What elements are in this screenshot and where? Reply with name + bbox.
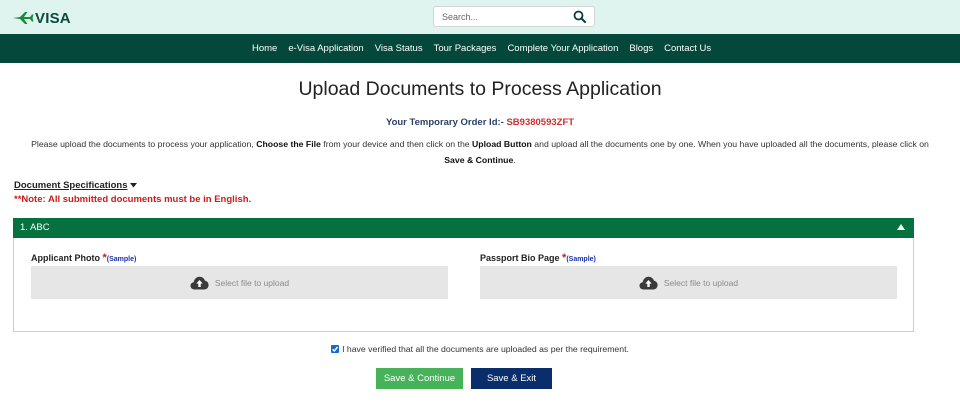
instructions-text-3: and upload all the documents one by one.… bbox=[531, 139, 929, 149]
nav-evisa-application[interactable]: e-Visa Application bbox=[288, 43, 363, 54]
applicant-photo-label-text: Applicant Photo bbox=[31, 253, 103, 263]
panel-header[interactable]: 1. ABC bbox=[13, 218, 914, 238]
search-icon[interactable] bbox=[573, 10, 586, 23]
main-nav-bar: Home e-Visa Application Visa Status Tour… bbox=[0, 34, 960, 63]
caret-up-icon[interactable] bbox=[897, 224, 905, 230]
instructions-text-4: . bbox=[513, 155, 516, 165]
search-input[interactable] bbox=[434, 7, 564, 26]
nav-visa-status[interactable]: Visa Status bbox=[375, 43, 423, 54]
main-nav: Home e-Visa Application Visa Status Tour… bbox=[252, 34, 711, 63]
instructions-save-continue: Save & Continue bbox=[444, 155, 514, 165]
search-box bbox=[433, 6, 595, 27]
applicant-photo-upload-text: Select file to upload bbox=[214, 277, 290, 288]
panel-title: 1. ABC bbox=[20, 222, 50, 233]
order-id-value: SB9380593ZFT bbox=[506, 117, 575, 128]
airplane-icon bbox=[13, 12, 34, 24]
applicant-photo-label: Applicant Photo *(Sample) bbox=[31, 252, 136, 264]
temporary-order-id: Your Temporary Order Id:- SB9380593ZFT bbox=[0, 117, 960, 128]
passport-bio-page-label-text: Passport Bio Page bbox=[480, 253, 563, 263]
instructions-text-1: Please upload the documents to process y… bbox=[31, 139, 257, 149]
applicant-photo-sample-link[interactable]: (Sample) bbox=[107, 256, 137, 263]
documents-panel: 1. ABC Applicant Photo *(Sample) Select … bbox=[13, 218, 914, 332]
passport-bio-page-upload[interactable]: Select file to upload bbox=[480, 266, 897, 299]
instructions-upload-button: Upload Button bbox=[472, 139, 532, 149]
page-title: Upload Documents to Process Application bbox=[298, 78, 662, 100]
nav-contact-us[interactable]: Contact Us bbox=[664, 43, 711, 54]
nav-blogs[interactable]: Blogs bbox=[629, 43, 653, 54]
top-bar: VISA bbox=[0, 0, 960, 34]
english-note: **Note: All submitted documents must be … bbox=[14, 194, 252, 205]
caret-down-icon bbox=[129, 183, 137, 188]
upload-instructions: Please upload the documents to process y… bbox=[22, 136, 938, 168]
instructions-choose-file: Choose the File bbox=[256, 139, 321, 149]
save-exit-button[interactable]: Save & Exit bbox=[471, 368, 552, 389]
applicant-photo-upload[interactable]: Select file to upload bbox=[31, 266, 448, 299]
logo[interactable]: VISA bbox=[12, 8, 71, 28]
nav-home[interactable]: Home bbox=[252, 43, 277, 54]
passport-bio-page-sample-link[interactable]: (Sample) bbox=[566, 256, 596, 263]
verification-row: I have verified that all the documents a… bbox=[0, 344, 960, 354]
nav-tour-packages[interactable]: Tour Packages bbox=[434, 43, 497, 54]
document-specifications-label: Document Specifications bbox=[14, 180, 128, 191]
instructions-text-2: from your device and then click on the bbox=[320, 139, 473, 149]
cloud-upload-icon bbox=[639, 276, 658, 289]
verify-checkbox[interactable] bbox=[331, 345, 340, 353]
save-continue-button[interactable]: Save & Continue bbox=[376, 368, 463, 389]
verify-label: I have verified that all the documents a… bbox=[342, 344, 629, 354]
cloud-upload-icon bbox=[190, 276, 209, 289]
order-id-label: Your Temporary Order Id:- bbox=[385, 117, 507, 128]
document-specifications-toggle[interactable]: Document Specifications bbox=[14, 180, 137, 191]
nav-complete-application[interactable]: Complete Your Application bbox=[507, 43, 618, 54]
checkmark-icon bbox=[332, 346, 339, 353]
passport-bio-page-label: Passport Bio Page *(Sample) bbox=[480, 252, 596, 264]
logo-text: VISA bbox=[35, 9, 71, 27]
passport-bio-page-upload-text: Select file to upload bbox=[663, 277, 739, 288]
